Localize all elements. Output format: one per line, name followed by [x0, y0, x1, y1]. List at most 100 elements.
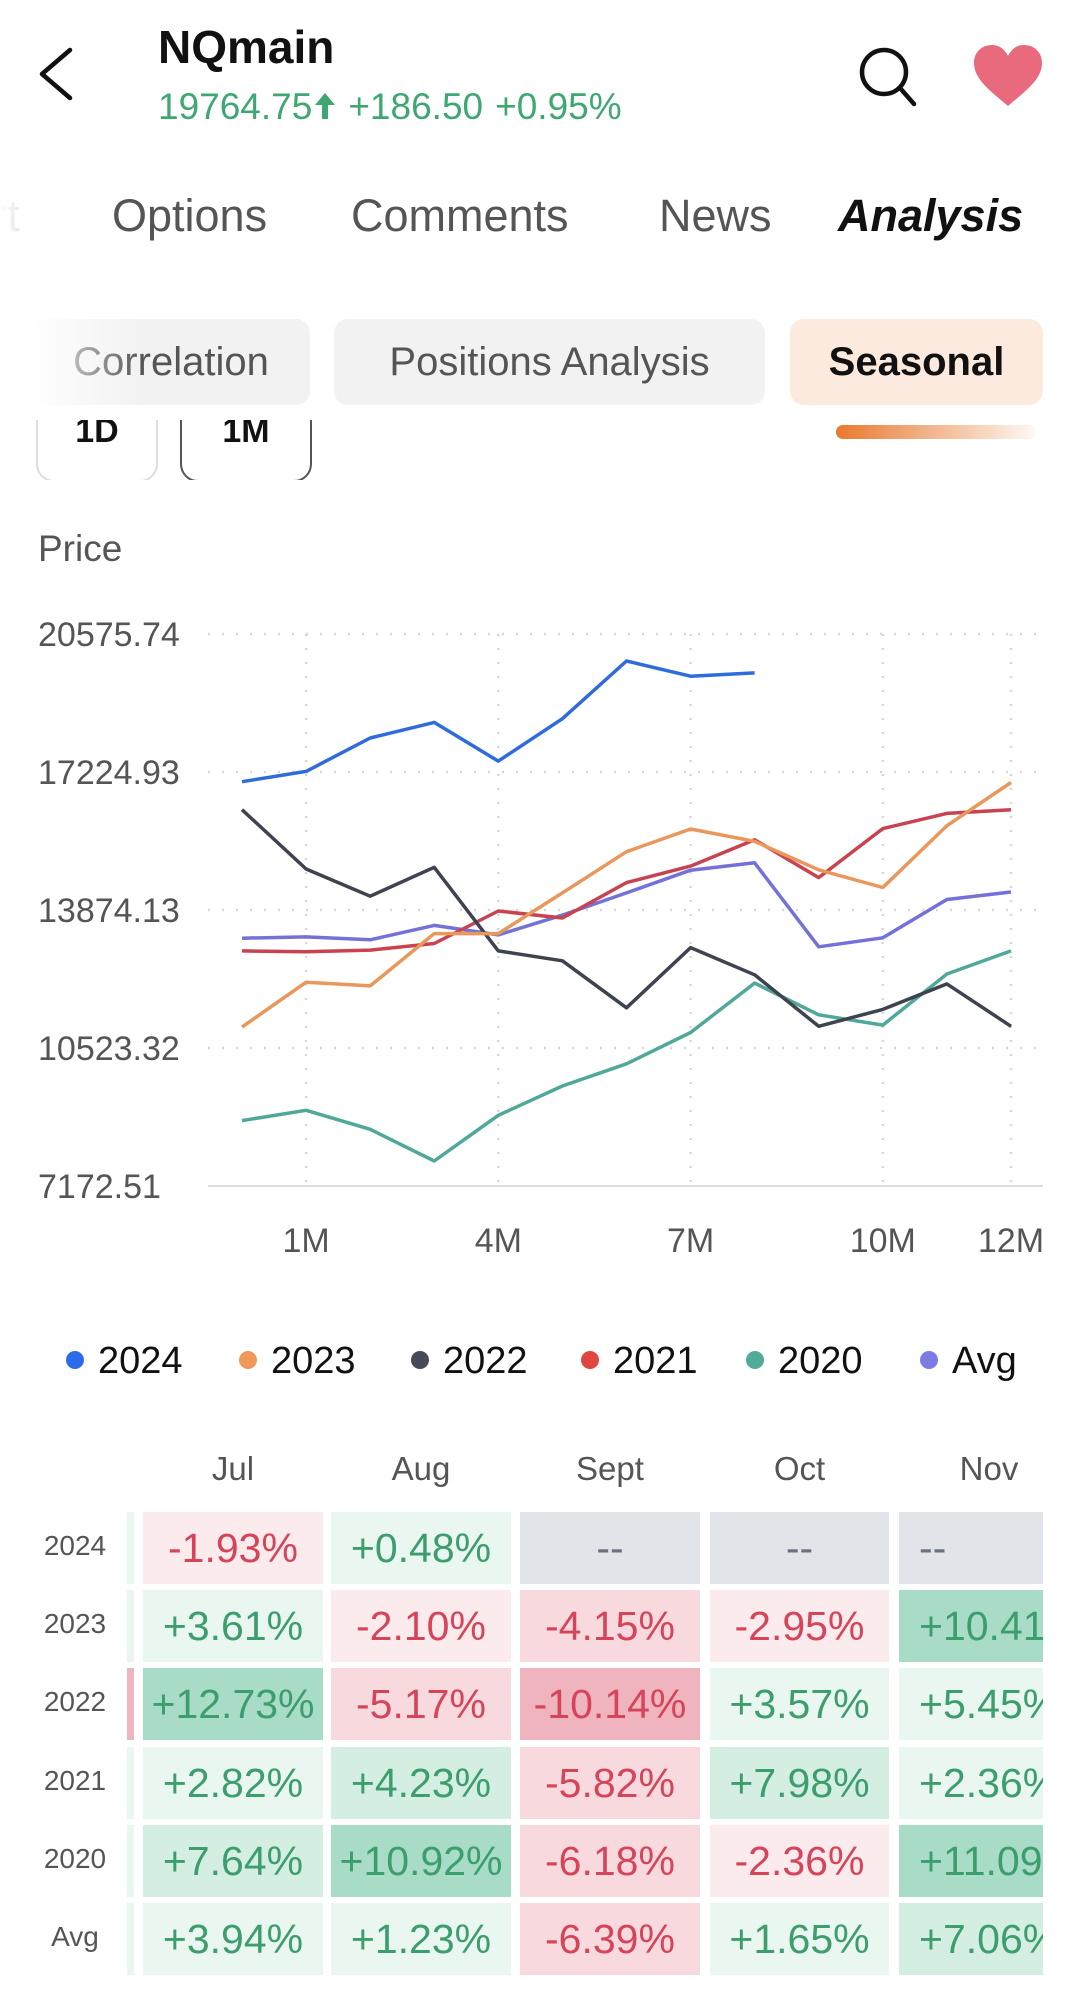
table-cell: +7.06% [899, 1903, 1043, 1975]
legend-dot [746, 1350, 764, 1369]
subtab-seasonal[interactable]: Seasonal [790, 319, 1043, 405]
table-cell: +0.48% [331, 1512, 511, 1584]
x-tick-label: 1M [282, 1222, 329, 1260]
search-icon [859, 47, 917, 107]
table-cell: -4.15% [520, 1590, 700, 1663]
row-label: 2024 [43, 1530, 107, 1561]
table-cell: +3.94% [143, 1903, 323, 1975]
legend-item-2020[interactable]: 2020 [746, 1340, 863, 1383]
tabs-fade [0, 180, 70, 280]
period-1d-button[interactable]: 1D [36, 420, 158, 480]
legend-label: 2022 [443, 1340, 528, 1382]
search-button[interactable] [856, 44, 920, 108]
x-tick-label: 12M [978, 1222, 1044, 1260]
row-indicator [127, 1824, 134, 1897]
series-line-2020 [241, 949, 1012, 1163]
price-change-pct: +0.95% [495, 86, 622, 127]
table-cell: +10.92% [331, 1824, 511, 1897]
row-label: 2020 [43, 1842, 107, 1874]
table-cell: +3.61% [143, 1590, 323, 1663]
series-line-2024 [241, 659, 755, 784]
table-cell: +3.57% [710, 1668, 889, 1741]
row-indicator [127, 1746, 134, 1819]
back-button[interactable] [34, 44, 84, 104]
legend-label: Avg [952, 1340, 1017, 1382]
row-indicator [127, 1512, 134, 1584]
tab-comments[interactable]: Comments [351, 190, 569, 242]
series-line-2023 [240, 781, 1012, 1029]
legend-item-2022[interactable]: 2022 [411, 1340, 528, 1383]
table-cell: +7.64% [143, 1824, 323, 1897]
legend-dot [239, 1350, 257, 1369]
column-header-jul: Jul [211, 1450, 255, 1487]
row-indicator [127, 1903, 134, 1975]
price-change: +186.50 [348, 86, 484, 127]
column-header-sept: Sept [576, 1450, 644, 1487]
legend-item-2021[interactable]: 2021 [581, 1340, 698, 1383]
table-cell: -5.82% [520, 1746, 700, 1819]
chevron-left-icon [39, 47, 73, 101]
y-tick-label: 13874.13 [38, 892, 180, 930]
table-cell: +10.41% [899, 1590, 1043, 1663]
table-cell: -2.36% [710, 1824, 889, 1897]
subtabs-fade [32, 319, 142, 405]
y-tick-label: 10523.32 [38, 1030, 180, 1068]
row-label: 2022 [43, 1686, 107, 1718]
table-cell: -- [899, 1512, 1043, 1584]
table-cell: +11.09% [899, 1824, 1043, 1897]
legend-dot [66, 1350, 84, 1369]
table-cell: +7.98% [710, 1746, 889, 1819]
main-tabs: rt Options Comments News Analysis [0, 190, 1080, 439]
table-cell: -6.39% [520, 1903, 700, 1975]
quote-line: 19764.75 +186.50 +0.95% [158, 86, 634, 128]
column-header-oct: Oct [773, 1450, 826, 1487]
legend-label: 2024 [98, 1340, 183, 1382]
x-tick-label: 7M [667, 1222, 714, 1260]
y-tick-label: 7172.51 [38, 1168, 161, 1206]
favorite-button[interactable] [972, 44, 1044, 108]
table-cell: +1.65% [710, 1903, 889, 1975]
last-price: 19764.75 [158, 86, 313, 127]
table-cell: +5.45% [899, 1668, 1043, 1741]
table-cell: +2.36% [899, 1746, 1043, 1819]
row-label: 2023 [43, 1608, 107, 1640]
x-tick-label: 4M [475, 1222, 522, 1260]
legend-label: 2020 [778, 1340, 863, 1382]
legend-label: 2021 [613, 1340, 698, 1382]
legend-dot [411, 1350, 429, 1369]
tab-options[interactable]: Options [112, 190, 267, 242]
seasonal-line-chart: 20575.74 17224.93 13874.13 10523.32 7172.51 1… [38, 616, 1044, 1260]
table-cell: -- [710, 1512, 889, 1584]
table-cell: -- [520, 1512, 700, 1584]
chart-y-label: Price [38, 528, 123, 569]
table-cell: -6.18% [520, 1824, 700, 1897]
table-cell: -2.95% [710, 1590, 889, 1663]
table-cell: +12.73% [143, 1668, 323, 1741]
period-selector: 1D 1M [0, 420, 1080, 480]
x-tick-label: 10M [850, 1222, 916, 1260]
period-1m-button[interactable]: 1M [180, 420, 312, 480]
subtab-positions-analysis[interactable]: Positions Analysis [334, 319, 765, 405]
row-label: Avg [51, 1921, 99, 1952]
series-line-2022 [240, 808, 1012, 1029]
table-cell: -10.14% [520, 1668, 700, 1741]
tab-news[interactable]: News [659, 190, 772, 242]
y-tick-label: 17224.93 [38, 754, 180, 792]
table-cell: +2.82% [143, 1746, 323, 1819]
legend-item-2024[interactable]: 2024 [66, 1340, 183, 1383]
tab-analysis[interactable]: Analysis [838, 190, 1023, 242]
arrow-up-icon [315, 93, 336, 119]
legend-item-avg[interactable]: Avg [920, 1340, 1017, 1383]
chart-legend: 2024 2023 2022 2021 2020 Avg [0, 1340, 1080, 1390]
legend-dot [920, 1350, 938, 1369]
y-tick-label: 20575.74 [38, 616, 180, 654]
table-cell: +1.23% [331, 1903, 511, 1975]
row-label: 2021 [43, 1764, 107, 1796]
heart-icon [974, 45, 1042, 106]
table-cell: -5.17% [331, 1668, 511, 1741]
row-indicator [127, 1590, 134, 1663]
column-header-aug: Aug [391, 1450, 451, 1487]
legend-item-2023[interactable]: 2023 [239, 1340, 356, 1383]
row-indicator [127, 1668, 134, 1741]
table-cell: -2.10% [331, 1590, 511, 1663]
